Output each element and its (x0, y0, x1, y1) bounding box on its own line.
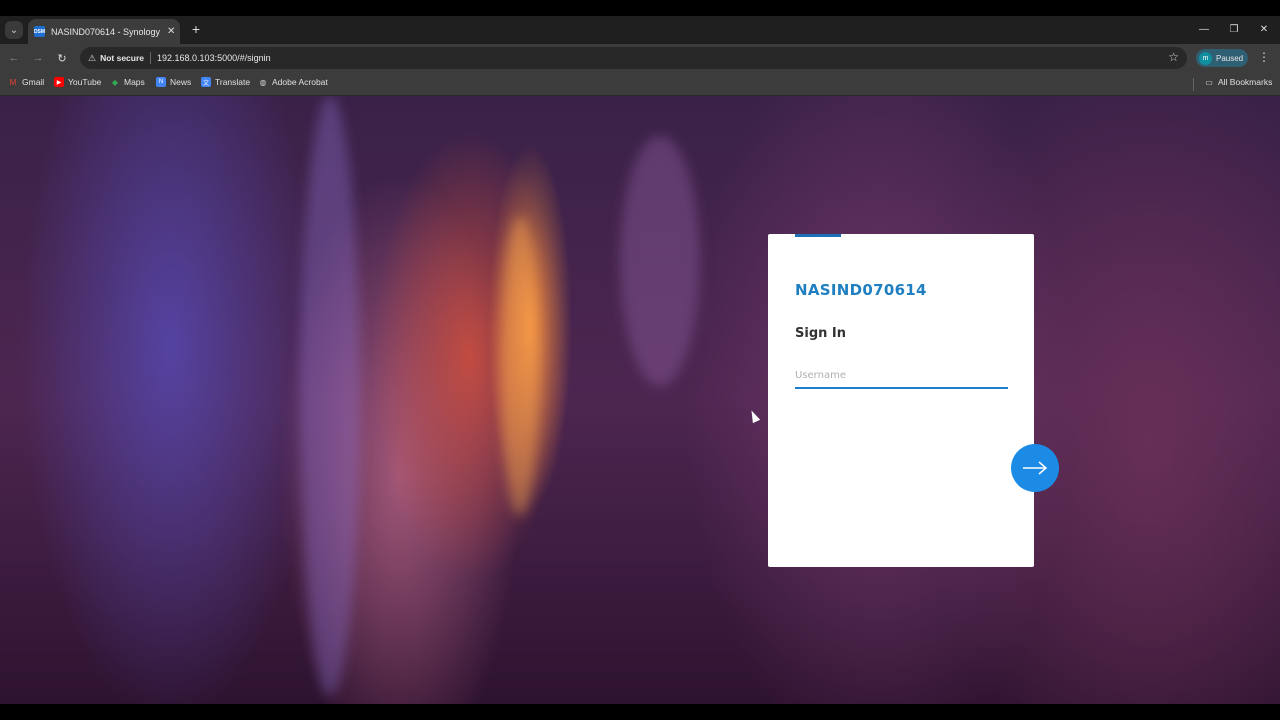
card-accent-bar (795, 234, 841, 237)
bookmark-star-icon[interactable]: ☆ (1168, 50, 1179, 64)
next-button[interactable] (1011, 444, 1059, 492)
sign-in-heading: Sign In (795, 326, 846, 341)
news-icon: N (156, 77, 166, 87)
bookmark-label: Adobe Acrobat (272, 77, 328, 87)
new-tab-button[interactable]: + (188, 20, 204, 38)
all-bookmarks-button[interactable]: ▭ All Bookmarks (1204, 77, 1272, 87)
minimize-icon[interactable]: — (1196, 21, 1212, 37)
bookmark-news[interactable]: N News (156, 77, 191, 87)
bookmark-label: YouTube (68, 77, 102, 87)
menu-kebab-icon[interactable]: ⋮ (1258, 50, 1270, 64)
browser-tab-active[interactable]: DSM NASIND070614 - Synology NAS ✕ (28, 19, 180, 44)
screen: ⌄ DSM NASIND070614 - Synology NAS ✕ + — … (0, 0, 1280, 720)
security-status[interactable]: Not secure (100, 53, 144, 63)
login-background: NASIND070614 Sign In (0, 96, 1280, 704)
bookmark-label: News (170, 77, 192, 87)
bookmarks-bar: M Gmail ▶ YouTube ◆ Maps N News 文 Transl… (0, 72, 1280, 96)
profile-button[interactable]: m Paused (1196, 49, 1248, 67)
all-bookmarks-label: All Bookmarks (1218, 77, 1273, 87)
folder-icon: ▭ (1205, 77, 1213, 87)
background-streak (620, 136, 700, 386)
globe-icon: ◍ (259, 77, 267, 87)
window-close-icon[interactable]: ✕ (1256, 21, 1272, 37)
server-name: NASIND070614 (795, 281, 927, 299)
arrow-right-icon (1023, 461, 1048, 475)
dsm-favicon-icon: DSM (34, 26, 45, 37)
background-streak (500, 216, 540, 516)
restore-icon[interactable]: ❐ (1226, 21, 1242, 37)
tab-search-button[interactable]: ⌄ (5, 21, 23, 39)
divider (150, 52, 152, 64)
reload-icon[interactable]: ↻ (54, 50, 70, 66)
address-bar[interactable]: ⚠ Not secure 192.168.0.103:5000/#/signin… (80, 47, 1187, 69)
bookmark-maps[interactable]: ◆ Maps (110, 77, 145, 87)
browser-toolbar: ← → ↻ ⚠ Not secure 192.168.0.103:5000/#/… (0, 44, 1280, 72)
browser-title-bar: ⌄ DSM NASIND070614 - Synology NAS ✕ + — … (0, 16, 1280, 44)
bookmark-translate[interactable]: 文 Translate (201, 77, 250, 87)
username-input[interactable] (795, 364, 1008, 389)
gmail-icon: M (9, 77, 17, 87)
tab-title: NASIND070614 - Synology NAS (51, 26, 161, 37)
tab-close-icon[interactable]: ✕ (167, 26, 175, 37)
background-streak (300, 96, 360, 696)
bookmark-label: Gmail (22, 77, 45, 87)
forward-icon[interactable]: → (30, 50, 46, 66)
bookmark-adobe-acrobat[interactable]: ◍ Adobe Acrobat (258, 77, 328, 87)
url-text[interactable]: 192.168.0.103:5000/#/signin (157, 53, 271, 63)
divider (1193, 78, 1194, 91)
maps-icon: ◆ (111, 77, 119, 87)
bookmark-label: Translate (215, 77, 251, 87)
login-card: NASIND070614 Sign In (768, 234, 1034, 567)
translate-icon: 文 (201, 77, 211, 87)
warning-icon[interactable]: ⚠ (88, 53, 96, 64)
youtube-icon: ▶ (54, 77, 64, 87)
avatar: m (1199, 51, 1212, 65)
bookmark-label: Maps (124, 77, 145, 87)
back-icon[interactable]: ← (6, 50, 22, 66)
bookmark-gmail[interactable]: M Gmail (8, 77, 45, 87)
profile-status: Paused (1216, 53, 1244, 63)
bookmark-youtube[interactable]: ▶ YouTube (54, 77, 101, 87)
